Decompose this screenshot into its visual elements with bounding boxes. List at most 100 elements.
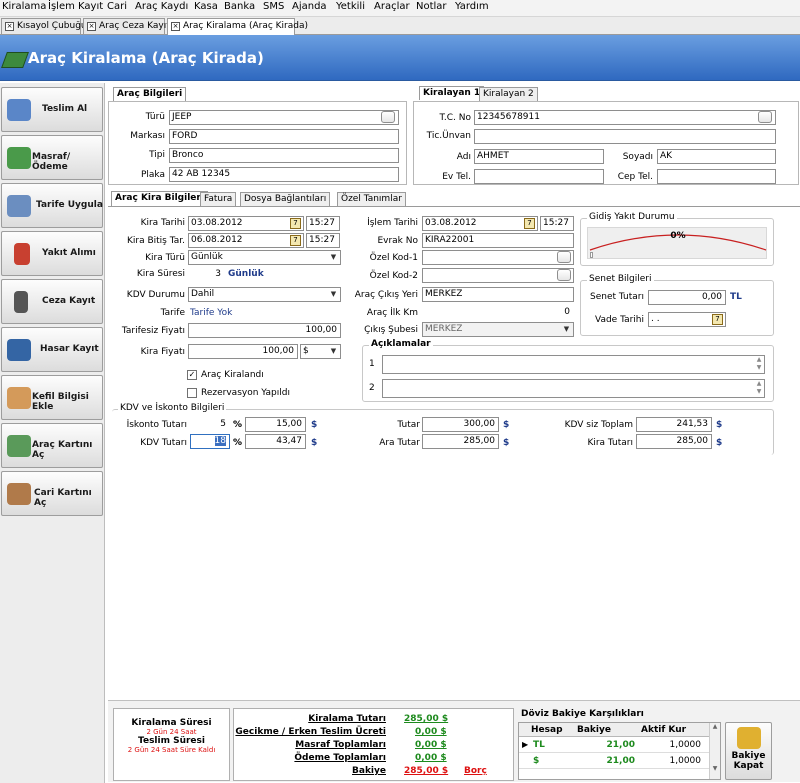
kira-saati-field[interactable]: 15:27 [306,216,340,231]
iskonto-pct-field[interactable]: 5 [190,417,230,432]
kira-fiyati-field[interactable]: 100,00 [188,344,298,359]
last-name-field[interactable]: AK [657,149,776,164]
tab-kisayol-cubugu[interactable]: × Kısayol Çubuğu [1,18,87,34]
menu-yetkili[interactable]: Yetkili [336,1,365,12]
menu-notlar[interactable]: Notlar [416,1,447,12]
bakiye-kapat-button[interactable]: Bakiye Kapat [725,722,772,780]
scroll-arrows-icon[interactable]: ▲ ▼ [754,380,764,397]
tc-no-field[interactable]: 12345678911 [474,110,776,125]
kdv-durumu-select[interactable]: Dahil ▼ [188,287,341,302]
senet-tutari-field[interactable]: 0,00 [648,290,726,305]
document-tab-bar: × Kısayol Çubuğu × Araç Ceza Kayıt × Araç K… [0,17,800,35]
kdv-tutari-field[interactable]: 43,47 [245,434,306,449]
row-pointer-icon: ▶ [522,740,529,749]
tab-ozel-tanimlar[interactable]: Özel Tanımlar [337,192,406,206]
kira-tarihi-field[interactable]: 03.08.2012 7 [188,216,304,231]
tab-kiralayan-1[interactable]: Kiralayan 1 [419,86,485,100]
tab-dosya-baglantilari[interactable]: Dosya Bağlantıları [240,192,331,206]
menu-sms[interactable]: SMS [263,1,284,12]
browse-button[interactable] [557,269,571,281]
menu-banka[interactable]: Banka [224,1,255,12]
kira-bitis-tarihi-field[interactable]: 06.08.2012 7 [188,233,304,248]
menu-arac-kaydi[interactable]: Araç Kaydı [135,1,188,12]
odeme-value: 0,00 $ [415,753,447,763]
vade-tarihi-field[interactable]: . .7 [648,312,726,327]
menu-kiralama[interactable]: Kiralama [2,1,46,12]
table-row[interactable]: ▶ TL 21,00 1,0000 [519,738,709,753]
menu-cari[interactable]: Cari [107,1,127,12]
grid-header: Hesap Bakiye Aktif Kur [519,723,709,737]
iskonto-tutari-field[interactable]: 15,00 [245,417,306,432]
menu-kasa[interactable]: Kasa [194,1,218,12]
tab-fatura[interactable]: Fatura [200,192,237,206]
ceza-kayit-button[interactable]: Ceza Kayıt [1,279,103,324]
currency-select[interactable]: $ ▼ [300,344,341,359]
vehicle-type-field[interactable]: JEEP [169,110,399,125]
ara-tutar-field[interactable]: 285,00 [422,434,499,449]
islem-saati-field[interactable]: 15:27 [540,216,574,231]
kefil-bilgisi-ekle-button[interactable]: Kefil Bilgisi Ekle [1,375,103,420]
tarifesiz-fiyat-field[interactable]: 100,00 [188,323,341,338]
kdv-siz-toplam-field[interactable]: 241,53 [636,417,712,432]
aciklama-2-field[interactable]: ▲ ▼ [382,379,765,398]
cikis-subesi-select[interactable]: MERKEZ ▼ [422,322,574,337]
masraf-value: 0,00 $ [415,740,447,750]
tarife-uygula-button[interactable]: Tarife Uygula [1,183,103,228]
fuel-slider-thumb[interactable] [590,252,593,258]
calendar-icon[interactable]: 7 [524,218,535,229]
hasar-kayit-button[interactable]: Hasar Kayıt [1,327,103,372]
calendar-icon[interactable]: 7 [290,218,301,229]
aciklama-1-field[interactable]: ▲ ▼ [382,355,765,374]
mobile-phone-field[interactable] [657,169,776,184]
kdv-pct-field[interactable]: 18 [190,434,230,449]
ozel-kod-1-field[interactable] [422,250,574,265]
vehicle-brand-field[interactable]: FORD [169,129,399,144]
yakit-alimi-button[interactable]: Yakıt Alımı [1,231,103,276]
masraf-odeme-button[interactable]: Masraf/Ödeme [1,135,103,180]
browse-button[interactable] [381,111,395,123]
cari-karti-ac-button[interactable]: Cari Kartını Aç [1,471,103,516]
calendar-icon[interactable]: 7 [290,235,301,246]
vehicle-model-field[interactable]: Bronco [169,148,399,163]
close-icon[interactable]: × [5,22,14,31]
tab-arac-kira-bilgileri[interactable]: Araç Kira Bilgileri [111,191,208,206]
tab-divider [108,206,800,207]
arac-karti-ac-button[interactable]: Araç Kartını Aç [1,423,103,468]
scroll-arrows-icon[interactable]: ▲ ▼ [754,356,764,373]
cikis-yeri-field[interactable]: MERKEZ [422,287,574,302]
table-row[interactable]: $ 21,00 1,0000 [519,754,709,769]
tab-arac-kiralama[interactable]: × Araç Kiralama (Araç Kirada) [167,18,308,35]
bitis-saati-field[interactable]: 15:27 [306,233,340,248]
tutar-field[interactable]: 300,00 [422,417,499,432]
kira-turu-select[interactable]: Günlük ▼ [188,250,341,265]
close-icon[interactable]: × [87,22,96,31]
ozel-kod-2-field[interactable] [422,268,574,283]
islem-tarihi-field[interactable]: 03.08.2012 7 [422,216,538,231]
calendar-icon[interactable]: 7 [712,314,723,325]
car-card-icon [7,435,31,457]
arac-kiralandi-checkbox[interactable]: ✓ [187,370,197,380]
first-name-field[interactable]: AHMET [474,149,604,164]
tab-arac-bilgileri[interactable]: Araç Bilgileri [113,87,187,101]
rezervasyon-checkbox[interactable] [187,388,197,398]
browse-button[interactable] [557,251,571,263]
kira-tutari-field[interactable]: 285,00 [636,434,712,449]
tab-arac-ceza-kayit[interactable]: × Araç Ceza Kayıt [83,18,170,34]
menu-araclar[interactable]: Araçlar [374,1,410,12]
scrollbar[interactable]: ▲ ▼ [709,723,720,779]
menu-islem-kayit[interactable]: İşlem Kayıt [48,1,103,12]
company-title-field[interactable] [474,129,776,144]
ilk-km-field[interactable]: 0 [422,305,574,320]
close-icon[interactable]: × [171,22,180,31]
menu-ajanda[interactable]: Ajanda [292,1,327,12]
guarantor-icon [7,387,31,409]
teslim-al-button[interactable]: Teslim Al [1,87,103,132]
tab-kiralayan-2[interactable]: Kiralayan 2 [479,87,538,101]
vehicle-plate-field[interactable]: 42 AB 12345 [169,167,399,182]
fuel-gauge: 0% [587,227,767,259]
browse-button[interactable] [758,111,772,123]
menu-yardim[interactable]: Yardım [455,1,489,12]
home-phone-field[interactable] [474,169,604,184]
evrak-no-field[interactable]: KIRA22001 [422,233,574,248]
page-title: Araç Kiralama (Araç Kirada) [28,49,264,67]
